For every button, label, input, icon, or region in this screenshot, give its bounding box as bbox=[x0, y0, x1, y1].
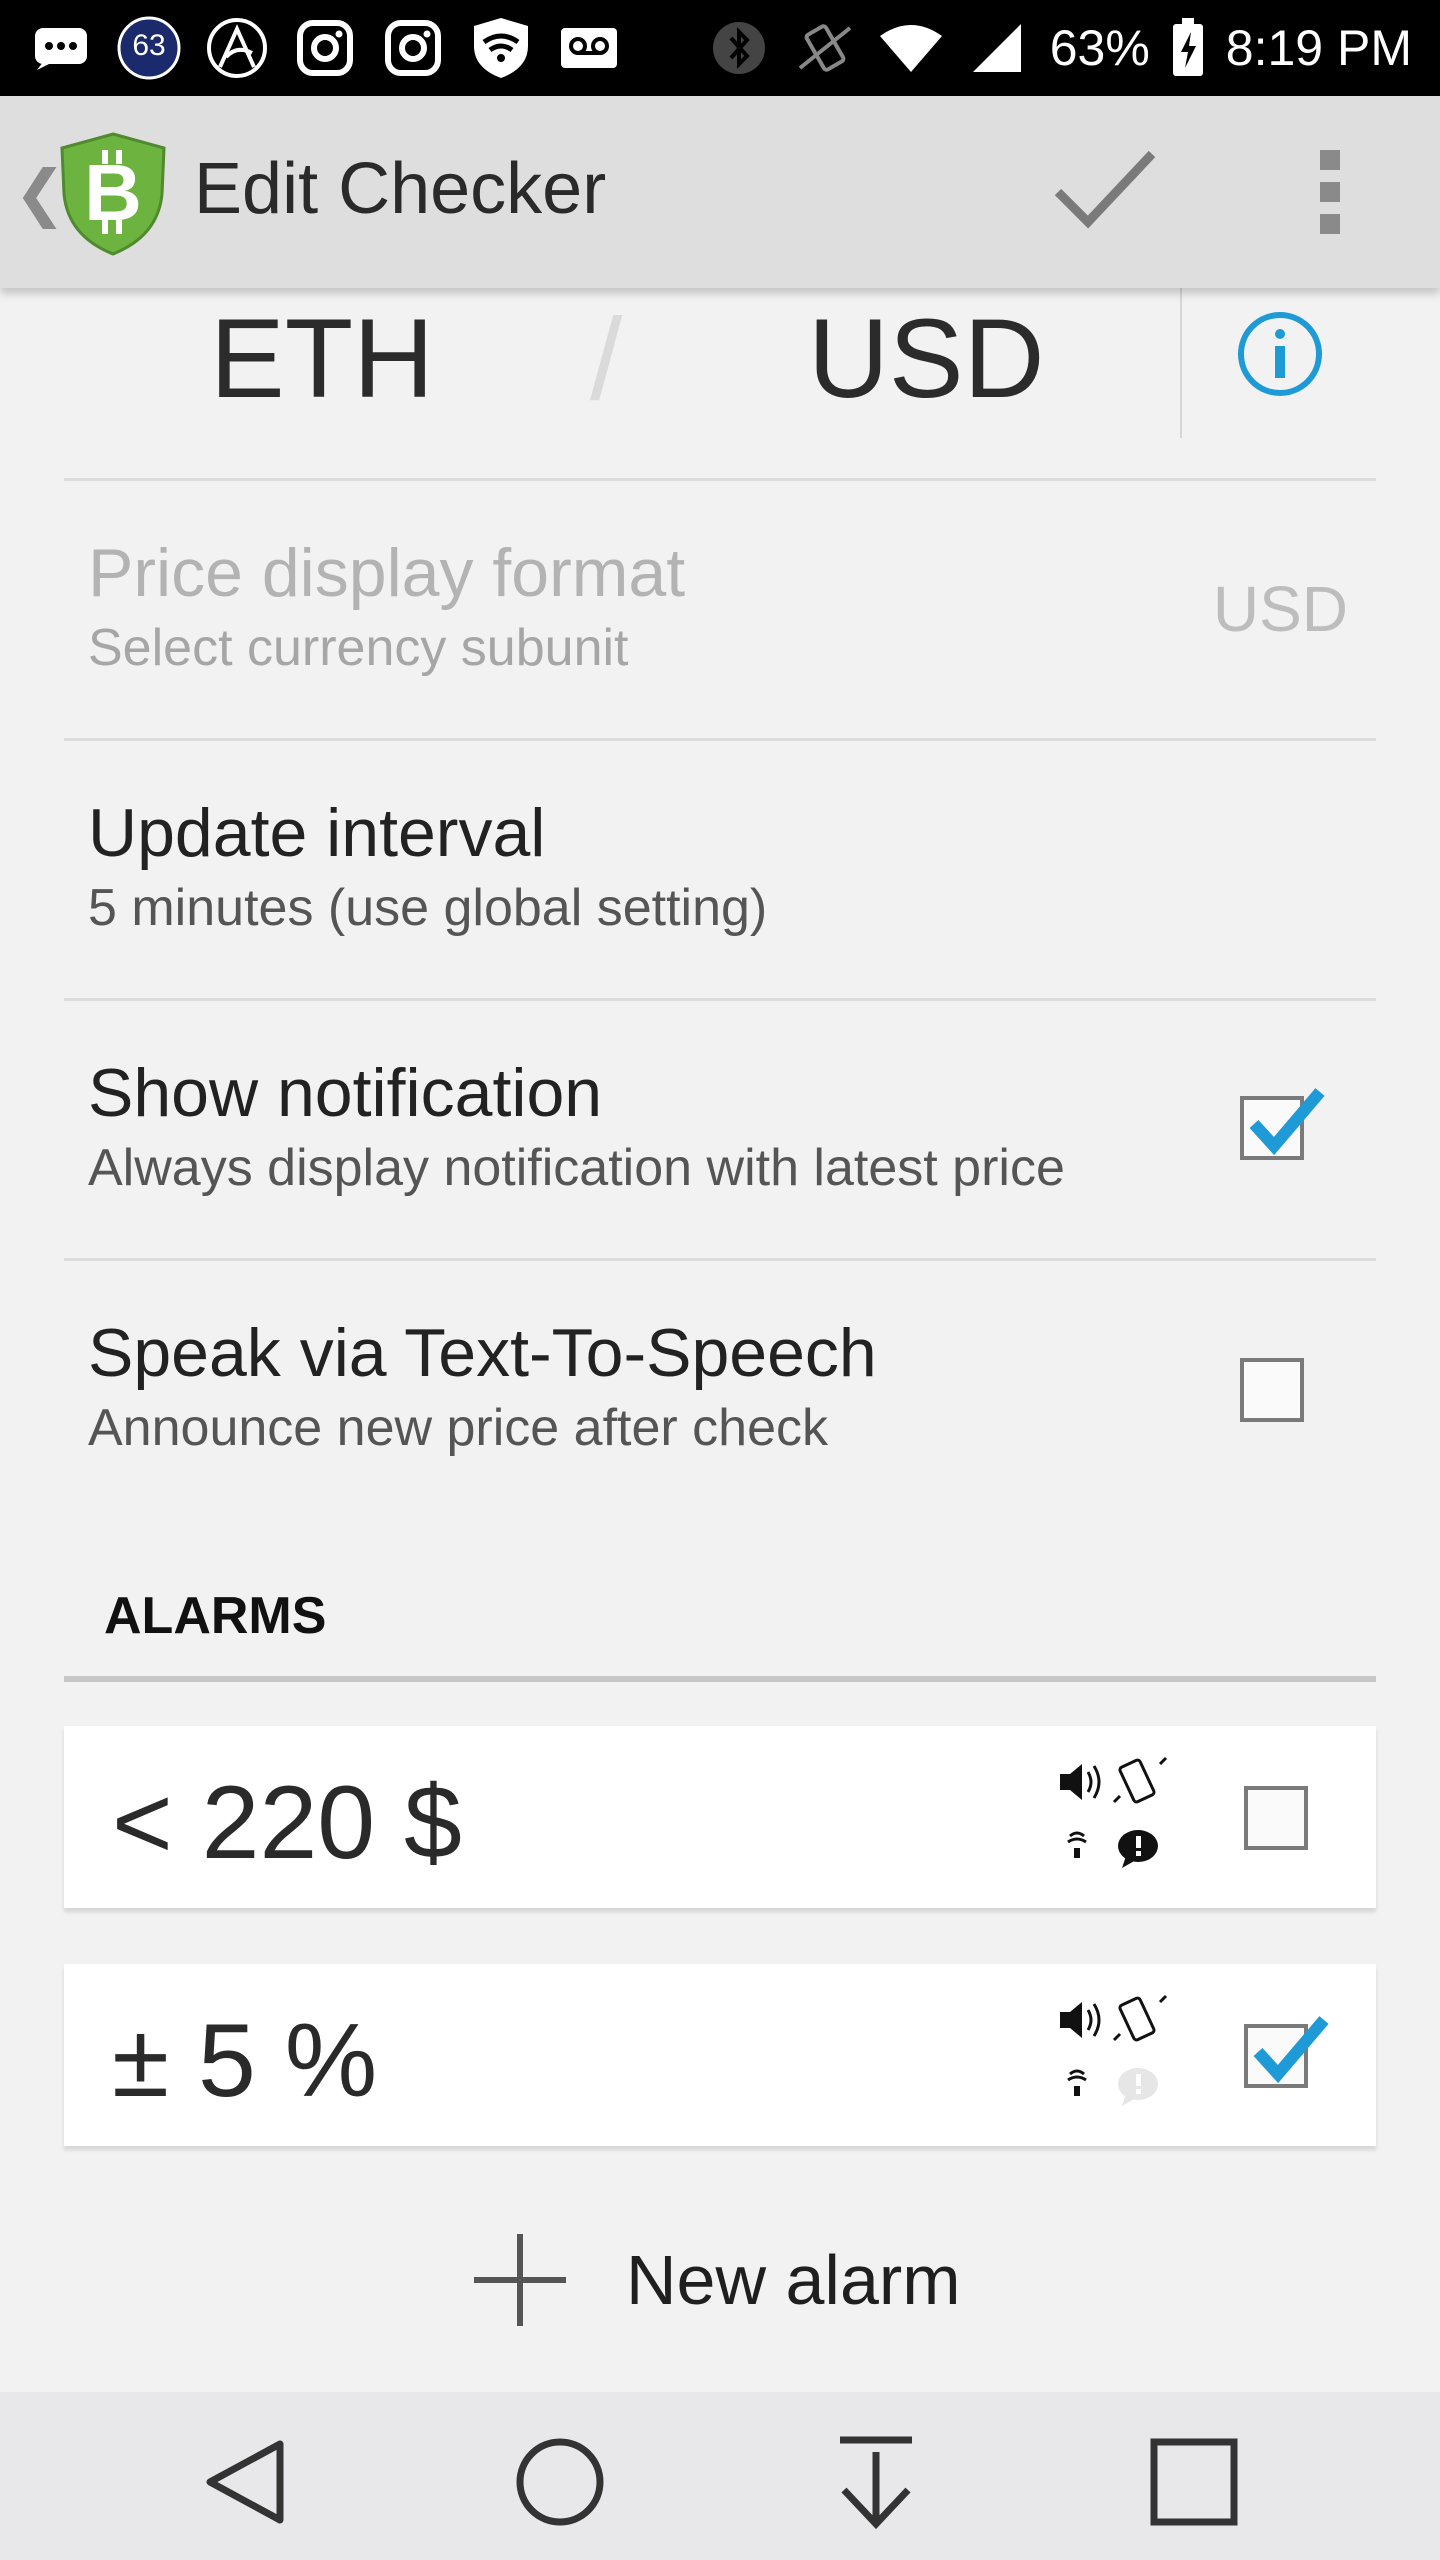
alarm-value: ± 5 % bbox=[112, 2003, 378, 2119]
battery-charging-icon bbox=[1170, 15, 1206, 81]
bluetooth-icon bbox=[706, 15, 772, 81]
battery-percent: 63% bbox=[1049, 20, 1150, 76]
setting-title: Show notification bbox=[88, 1055, 603, 1131]
setting-title: Price display format bbox=[88, 535, 686, 611]
alarms-section-header: ALARMS bbox=[104, 1587, 327, 1645]
alarm-value: < 220 $ bbox=[112, 1765, 462, 1881]
vibrate-icon bbox=[1112, 1994, 1168, 2042]
svg-text:B: B bbox=[84, 148, 142, 237]
nav-recents-icon[interactable] bbox=[1144, 2432, 1244, 2532]
setting-title: Update interval bbox=[88, 795, 546, 871]
setting-subtitle: 5 minutes (use global setting) bbox=[88, 879, 768, 937]
popup-icon bbox=[1118, 1830, 1158, 1868]
show-notification-checkbox[interactable] bbox=[1240, 1088, 1325, 1160]
lookout-shield-icon bbox=[468, 15, 534, 81]
checkmark-icon bbox=[1253, 2016, 1329, 2084]
setting-subtitle: Select currency subunit bbox=[88, 619, 629, 677]
setting-title: Speak via Text-To-Speech bbox=[88, 1315, 877, 1391]
alarm-card[interactable]: ± 5 % bbox=[64, 1964, 1376, 2146]
pair-divider bbox=[1180, 288, 1182, 438]
navigation-bar bbox=[0, 2392, 1440, 2560]
setting-value: USD bbox=[1212, 573, 1348, 645]
led-icon bbox=[1067, 2069, 1087, 2096]
status-bar-left: 63 bbox=[28, 14, 622, 82]
arc-app-icon bbox=[204, 15, 270, 81]
nav-back-icon[interactable] bbox=[196, 2432, 296, 2532]
badge-63-icon: 63 bbox=[116, 15, 182, 81]
setting-update-interval[interactable]: Update interval 5 minutes (use global se… bbox=[88, 794, 1348, 938]
clock: 8:19 PM bbox=[1225, 20, 1412, 76]
base-currency[interactable]: ETH bbox=[210, 294, 434, 423]
divider bbox=[64, 478, 1376, 481]
setting-price-display-format[interactable]: Price display format Select currency sub… bbox=[88, 534, 1348, 678]
status-bar-right: 63% 8:19 PM bbox=[706, 14, 1412, 82]
checkmark-icon bbox=[1249, 1088, 1325, 1156]
instagram-icon bbox=[292, 15, 358, 81]
new-alarm-label: New alarm bbox=[626, 2241, 961, 2319]
alarm-enabled-checkbox[interactable] bbox=[1244, 2016, 1329, 2088]
cell-signal-icon bbox=[964, 15, 1030, 81]
setting-show-notification[interactable]: Show notification Always display notific… bbox=[88, 1054, 1348, 1198]
sound-icon bbox=[1060, 1764, 1101, 1800]
info-icon[interactable] bbox=[1236, 310, 1324, 398]
vibrate-icon bbox=[792, 15, 858, 81]
checkmark-icon[interactable] bbox=[1040, 140, 1170, 240]
divider bbox=[64, 998, 1376, 1001]
currency-pair: ETH / USD bbox=[0, 288, 1440, 478]
alarm-type-icons[interactable] bbox=[1054, 1994, 1174, 2114]
sound-icon bbox=[1060, 2002, 1101, 2038]
page-title: Edit Checker bbox=[194, 149, 607, 229]
new-alarm-button[interactable]: New alarm bbox=[470, 2220, 961, 2340]
led-icon bbox=[1067, 1831, 1087, 1858]
plus-icon bbox=[474, 2234, 566, 2326]
alarm-card[interactable]: < 220 $ bbox=[64, 1726, 1376, 1908]
action-bar: ❮ B Edit Checker bbox=[0, 96, 1440, 288]
tts-checkbox[interactable] bbox=[1240, 1358, 1304, 1422]
bitcoin-shield-logo[interactable]: B bbox=[58, 132, 168, 256]
setting-subtitle: Announce new price after check bbox=[88, 1399, 828, 1457]
section-divider bbox=[64, 1676, 1376, 1682]
divider bbox=[64, 738, 1376, 741]
alarm-enabled-checkbox[interactable] bbox=[1244, 1786, 1308, 1850]
notification-count: 63 bbox=[132, 29, 166, 62]
message-icon bbox=[28, 15, 94, 81]
vibrate-icon bbox=[1112, 1756, 1168, 1804]
status-bar: 63 63% 8:19 PM bbox=[0, 0, 1440, 96]
nav-down-arrow-icon[interactable] bbox=[826, 2432, 926, 2532]
quote-currency[interactable]: USD bbox=[808, 294, 1044, 423]
alarm-type-icons[interactable] bbox=[1054, 1756, 1174, 1876]
setting-text-to-speech[interactable]: Speak via Text-To-Speech Announce new pr… bbox=[88, 1314, 1348, 1458]
divider bbox=[64, 1258, 1376, 1261]
nav-home-icon[interactable] bbox=[510, 2432, 610, 2532]
wifi-icon bbox=[878, 15, 944, 81]
instagram-icon bbox=[380, 15, 446, 81]
setting-subtitle: Always display notification with latest … bbox=[88, 1139, 1065, 1197]
voicemail-icon bbox=[556, 15, 622, 81]
overflow-menu-icon[interactable] bbox=[1300, 144, 1360, 240]
pair-separator: / bbox=[590, 294, 623, 424]
popup-icon-disabled bbox=[1118, 2068, 1158, 2106]
